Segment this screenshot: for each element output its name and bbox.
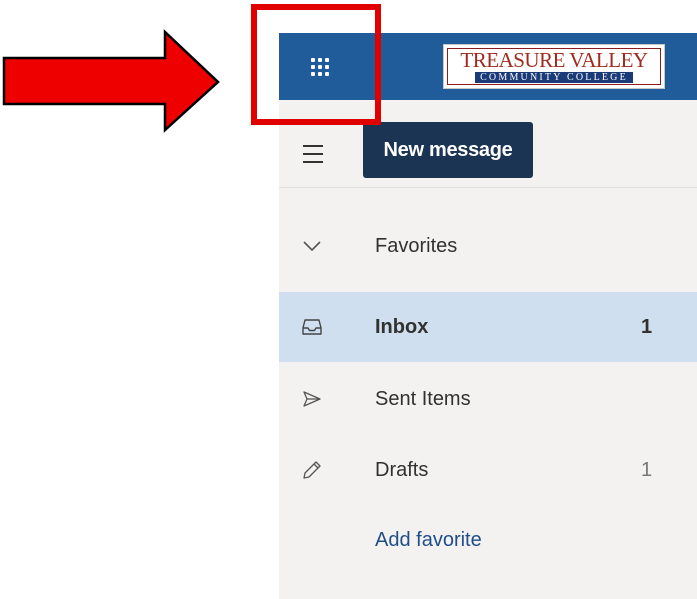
logo-subtitle: COMMUNITY COLLEGE — [475, 72, 633, 83]
sidebar-item-inbox[interactable]: Inbox 1 — [279, 292, 697, 362]
favorites-header[interactable]: Favorites — [279, 211, 697, 281]
sidebar-item-label: Inbox — [375, 315, 429, 338]
chevron-down-icon[interactable] — [302, 236, 322, 256]
unread-count: 1 — [641, 315, 653, 338]
sidebar-item-label: Sent Items — [375, 387, 471, 410]
annotation-arrow — [2, 29, 220, 133]
add-favorite-label: Add favorite — [375, 528, 482, 551]
sidebar-item-label: Drafts — [375, 458, 429, 481]
new-message-button[interactable]: New message — [363, 122, 533, 178]
draft-count: 1 — [641, 458, 653, 481]
logo-title: TREASURE VALLEY — [460, 48, 648, 72]
college-logo[interactable]: TREASURE VALLEY COMMUNITY COLLEGE — [443, 44, 665, 89]
divider — [279, 187, 697, 188]
pencil-icon — [302, 460, 322, 480]
favorites-label: Favorites — [375, 234, 458, 257]
sidebar-item-drafts[interactable]: Drafts 1 — [279, 435, 697, 505]
hamburger-icon[interactable] — [303, 145, 323, 163]
annotation-highlight-box — [251, 4, 381, 125]
send-icon — [302, 389, 322, 409]
inbox-icon — [302, 317, 322, 337]
add-favorite-link[interactable]: Add favorite — [279, 505, 697, 575]
sidebar-item-sent-items[interactable]: Sent Items — [279, 364, 697, 434]
